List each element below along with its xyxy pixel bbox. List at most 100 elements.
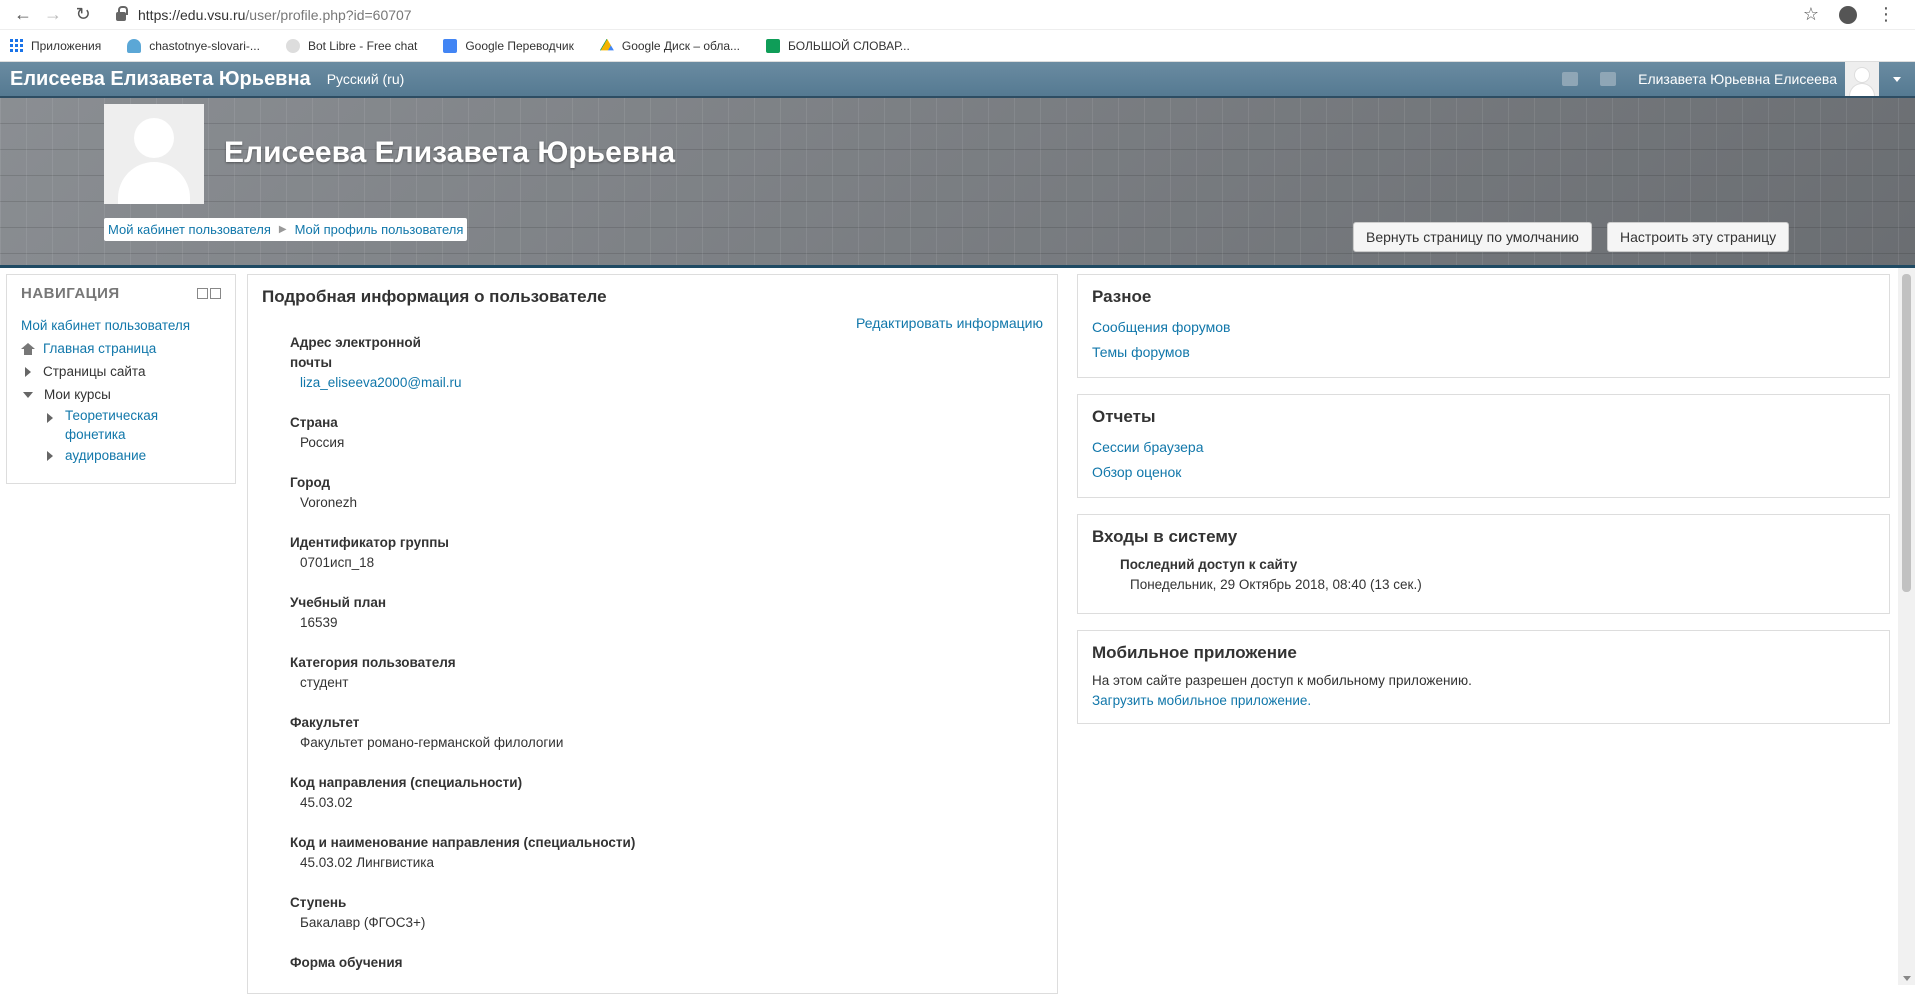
breadcrumb-separator-icon: ▶ — [278, 224, 287, 235]
last-access-value: Понедельник, 29 Октябрь 2018, 08:40 (13 … — [1130, 577, 1422, 592]
bot-icon — [285, 38, 300, 53]
breadcrumb: Мой кабинет пользователя ▶ Мой профиль п… — [104, 218, 468, 241]
profile-picture — [104, 104, 204, 204]
grades-overview-link[interactable]: Обзор оценок — [1092, 460, 1875, 485]
bookmark-label: Bot Libre - Free chat — [307, 38, 418, 53]
field-value: Факультет романо-германской филологии — [300, 735, 564, 750]
language-menu[interactable]: Русский (ru) — [327, 71, 405, 87]
email-link[interactable]: liza_eliseeva2000@mail.ru — [300, 375, 462, 390]
field-value: Voronezh — [300, 495, 358, 510]
reports-block: Отчеты Сессии браузера Обзор оценок — [1077, 394, 1890, 498]
mobile-app-text: На этом сайте разрешен доступ к мобильно… — [1092, 673, 1472, 688]
mobile-app-title: Мобильное приложение — [1092, 643, 1297, 662]
drive-icon — [599, 38, 614, 51]
site-brand[interactable]: Елисеева Елизавета Юрьевна — [10, 68, 311, 91]
field-study-form: Форма обучения — [290, 953, 1043, 973]
nav-course-listening[interactable]: аудирование — [65, 444, 146, 467]
dock-icon[interactable] — [210, 288, 221, 299]
field-label: Факультет — [290, 715, 360, 730]
folder-icon — [127, 38, 142, 53]
nav-dashboard-link[interactable]: Мой кабинет пользователя — [21, 314, 190, 337]
bookmark-dictionary[interactable]: БОЛЬШОЙ СЛОВАР... — [766, 38, 910, 53]
main-content: НАВИГАЦИЯ Мой кабинет пользователя Главн… — [0, 268, 1915, 994]
scroll-down-arrow-icon[interactable] — [1903, 976, 1911, 981]
url-path: /user/profile.php?id=60707 — [245, 6, 412, 23]
bookmark-apps[interactable]: Приложения — [10, 39, 101, 53]
address-bar[interactable]: https://edu.vsu.ru/user/profile.php?id=6… — [106, 3, 1803, 27]
notifications-icon[interactable] — [1562, 72, 1579, 86]
field-specialty-name: Код и наименование направления (специаль… — [290, 833, 1043, 873]
bookmark-label: Google Переводчик — [465, 38, 574, 53]
field-value: 45.03.02 — [300, 795, 353, 810]
mobile-app-block: Мобильное приложение На этом сайте разре… — [1077, 630, 1890, 724]
download-mobile-app-link[interactable]: Загрузить мобильное приложение. — [1092, 693, 1311, 708]
scrollbar-thumb[interactable] — [1902, 274, 1911, 592]
field-label: Город — [290, 475, 331, 490]
messages-icon[interactable] — [1600, 72, 1617, 86]
reports-title: Отчеты — [1092, 407, 1156, 426]
back-arrow-icon[interactable]: ← — [8, 4, 38, 25]
expand-icon[interactable] — [47, 451, 53, 461]
edit-profile-link[interactable]: Редактировать информацию — [856, 315, 1043, 331]
bookmark-star-icon[interactable]: ☆ — [1803, 4, 1819, 25]
browser-profile-icon[interactable] — [1839, 5, 1857, 24]
field-city: Город Voronezh — [290, 473, 1043, 513]
collapse-icon[interactable] — [197, 288, 208, 299]
field-value: 16539 — [300, 615, 338, 630]
forward-arrow-icon[interactable]: → — [38, 4, 68, 25]
field-email: Адрес электронной почты liza_eliseeva200… — [290, 333, 1043, 393]
reload-icon[interactable]: ↻ — [68, 4, 98, 25]
bookmark-chastotnye[interactable]: chastotnye-slovari-... — [127, 38, 260, 53]
breadcrumb-profile[interactable]: Мой профиль пользователя — [295, 222, 464, 237]
bookmark-label: Приложения — [31, 38, 102, 53]
field-label: Страна — [290, 415, 338, 430]
logins-block: Входы в систему Последний доступ к сайту… — [1077, 514, 1890, 614]
bookmarks-bar: Приложения chastotnye-slovari-... Bot Li… — [0, 30, 1915, 62]
forum-discussions-link[interactable]: Темы форумов — [1092, 340, 1875, 365]
bookmark-botlibre[interactable]: Bot Libre - Free chat — [285, 38, 418, 53]
field-label: Идентификатор группы — [290, 535, 449, 550]
user-details-title: Подробная информация о пользователе — [262, 287, 607, 306]
page-header: Елисеева Елизавета Юрьевна Мой кабинет п… — [0, 98, 1915, 268]
misc-title: Разное — [1092, 287, 1152, 306]
user-menu[interactable]: Елизавета Юрьевна Елисеева — [1638, 62, 1915, 96]
expand-icon[interactable] — [47, 413, 53, 423]
nav-course-phonetics[interactable]: Теоретическая фонетика — [65, 406, 175, 444]
url-host: https://edu.vsu.ru — [138, 6, 246, 23]
nav-my-courses[interactable]: Мои курсы — [21, 383, 221, 406]
field-degree: Ступень Бакалавр (ФГОС3+) — [290, 893, 1043, 933]
breadcrumb-dashboard[interactable]: Мой кабинет пользователя — [108, 222, 271, 237]
collapse-arrow-icon — [23, 391, 33, 398]
bookmark-translate[interactable]: Google Переводчик — [443, 38, 574, 53]
translate-icon — [443, 38, 458, 53]
browser-toolbar: ← → ↻ https://edu.vsu.ru/user/profile.ph… — [0, 0, 1915, 30]
field-specialty-code: Код направления (специальности) 45.03.02 — [290, 773, 1043, 813]
page-scrollbar[interactable] — [1898, 268, 1915, 985]
reset-page-button[interactable]: Вернуть страницу по умолчанию — [1353, 222, 1592, 252]
nav-home-link[interactable]: Главная страница — [43, 337, 156, 360]
nav-site-pages-label: Страницы сайта — [43, 364, 146, 379]
navigation-block: НАВИГАЦИЯ Мой кабинет пользователя Главн… — [6, 274, 236, 484]
chevron-down-icon — [1893, 76, 1901, 82]
lock-icon — [116, 6, 128, 21]
nav-my-courses-label: Мои курсы — [44, 387, 111, 402]
nav-site-pages[interactable]: Страницы сайта — [21, 360, 221, 383]
field-label: Адрес электронной почты — [290, 335, 421, 370]
last-access-label: Последний доступ к сайту — [1120, 557, 1298, 572]
field-value: Бакалавр (ФГОС3+) — [300, 915, 426, 930]
browser-menu-icon[interactable]: ⋮ — [1877, 4, 1895, 25]
forum-posts-link[interactable]: Сообщения форумов — [1092, 315, 1875, 340]
field-group-id: Идентификатор группы 0701исп_18 — [290, 533, 1043, 573]
field-label: Категория пользователя — [290, 655, 456, 670]
expand-icon — [25, 366, 31, 377]
field-value: студент — [300, 675, 349, 690]
browser-sessions-link[interactable]: Сессии браузера — [1092, 435, 1875, 460]
bookmark-label: Google Диск – обла... — [621, 38, 741, 53]
misc-block: Разное Сообщения форумов Темы форумов — [1077, 274, 1890, 378]
customize-page-button[interactable]: Настроить эту страницу — [1607, 222, 1790, 252]
field-user-category: Категория пользователя студент — [290, 653, 1043, 693]
field-faculty: Факультет Факультет романо-германской фи… — [290, 713, 1043, 753]
bookmark-drive[interactable]: Google Диск – обла... — [599, 38, 741, 53]
field-label: Учебный план — [290, 595, 387, 610]
profile-fields: Адрес электронной почты liza_eliseeva200… — [262, 333, 1043, 973]
